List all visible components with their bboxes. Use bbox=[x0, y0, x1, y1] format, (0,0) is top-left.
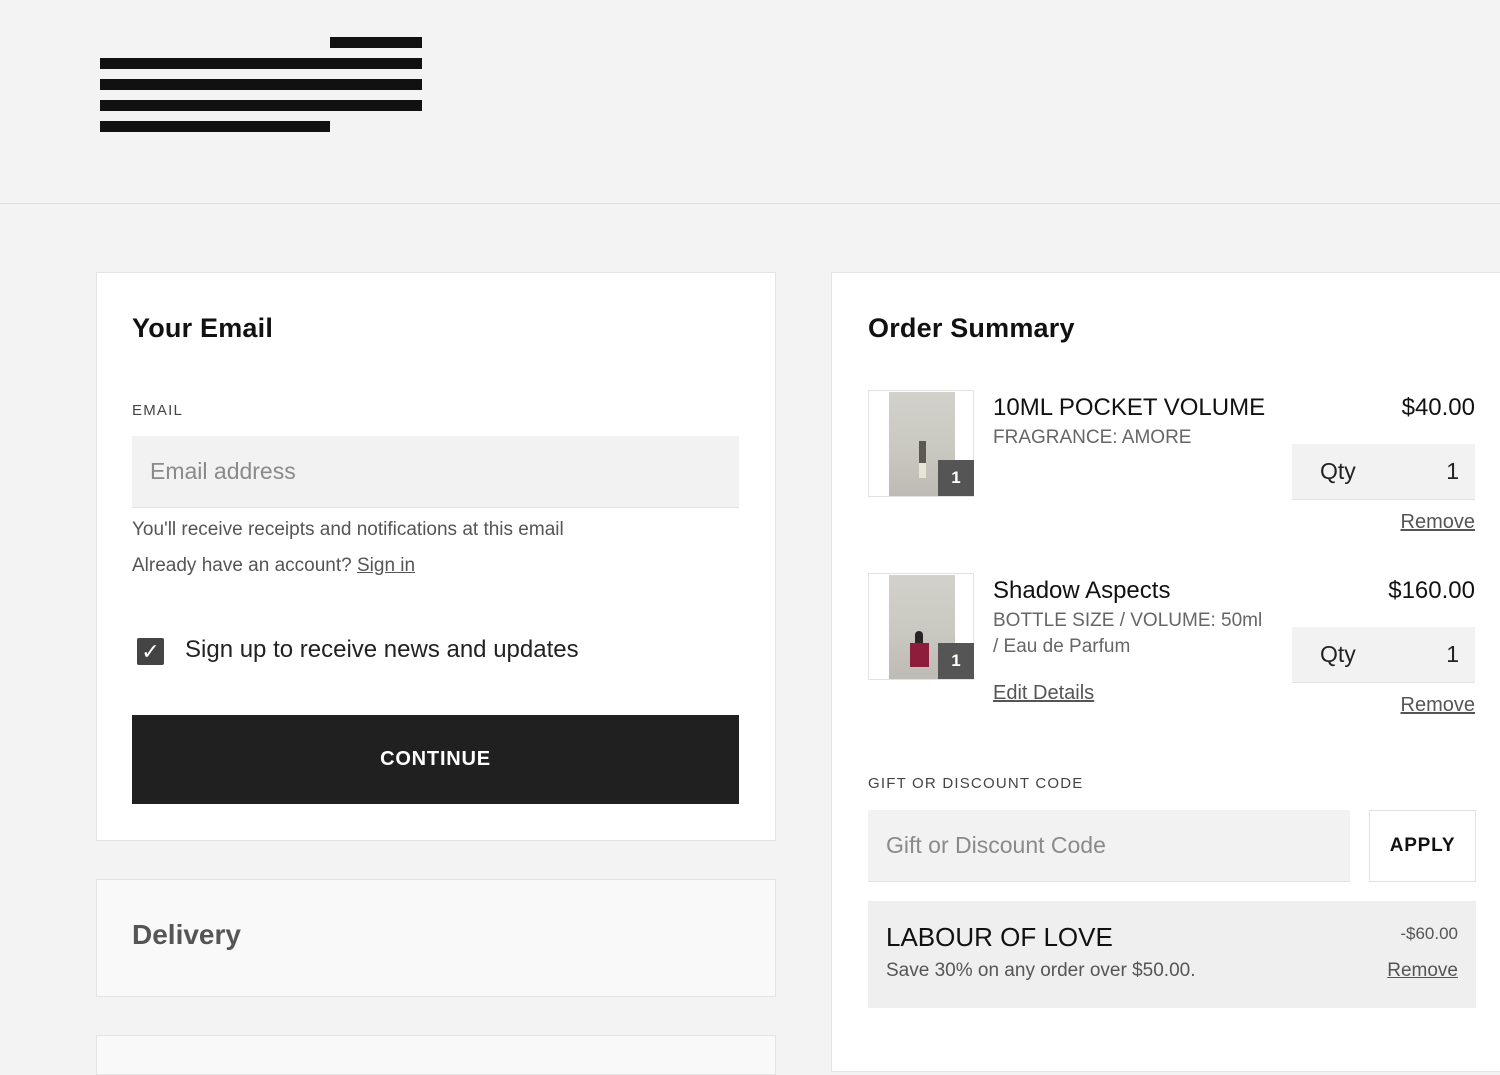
qty-label: Qty bbox=[1320, 641, 1356, 667]
site-header bbox=[0, 0, 1500, 204]
next-section-card[interactable] bbox=[96, 1035, 776, 1075]
order-summary-title: Order Summary bbox=[868, 313, 1075, 343]
quantity-stepper[interactable]: Qty 1 bbox=[1292, 444, 1475, 500]
product-thumbnail[interactable]: 1 bbox=[868, 573, 974, 680]
email-section-title: Your Email bbox=[132, 313, 274, 343]
applied-promo: LABOUR OF LOVE Save 30% on any order ove… bbox=[868, 901, 1476, 1008]
quantity-badge: 1 bbox=[938, 460, 974, 496]
item-variant-line2: / Eau de Parfum bbox=[993, 636, 1131, 657]
remove-promo-link[interactable]: Remove bbox=[1387, 960, 1458, 982]
qty-label: Qty bbox=[1320, 458, 1356, 484]
brand-logo[interactable] bbox=[100, 37, 423, 134]
checkmark-icon: ✓ bbox=[141, 638, 160, 664]
email-field[interactable] bbox=[132, 436, 739, 508]
receipt-note: You'll receive receipts and notification… bbox=[132, 519, 564, 540]
delivery-section-title: Delivery bbox=[132, 919, 241, 950]
item-price: $160.00 bbox=[1388, 577, 1475, 604]
continue-button[interactable]: CONTINUE bbox=[132, 715, 739, 804]
discount-code-field[interactable] bbox=[868, 810, 1350, 882]
newsletter-label: Sign up to receive news and updates bbox=[185, 636, 579, 663]
newsletter-checkbox[interactable]: ✓ bbox=[137, 638, 164, 665]
promo-title: LABOUR OF LOVE bbox=[886, 922, 1113, 952]
account-prompt-row: Already have an account? Sign in bbox=[132, 555, 415, 577]
item-name: 10ML POCKET VOLUME bbox=[993, 394, 1266, 421]
item-price: $40.00 bbox=[1401, 394, 1475, 421]
qty-value: 1 bbox=[1446, 458, 1459, 484]
quantity-badge: 1 bbox=[938, 643, 974, 679]
item-name: Shadow Aspects bbox=[993, 577, 1171, 604]
email-field-label: EMAIL bbox=[132, 402, 184, 419]
quantity-stepper[interactable]: Qty 1 bbox=[1292, 627, 1475, 683]
promo-amount: -$60.00 bbox=[1400, 924, 1458, 943]
product-thumbnail[interactable]: 1 bbox=[868, 390, 974, 497]
bottle-shape bbox=[915, 631, 923, 643]
edit-details-link[interactable]: Edit Details bbox=[993, 682, 1094, 705]
qty-value: 1 bbox=[1446, 641, 1459, 667]
remove-item-link[interactable]: Remove bbox=[1401, 511, 1475, 534]
discount-field-label: GIFT OR DISCOUNT CODE bbox=[868, 775, 1084, 792]
item-variant: FRAGRANCE: AMORE bbox=[993, 427, 1192, 448]
bottle-shape bbox=[919, 441, 926, 463]
bottle-shape bbox=[910, 643, 929, 667]
sign-in-link[interactable]: Sign in bbox=[357, 555, 415, 576]
remove-item-link[interactable]: Remove bbox=[1401, 694, 1475, 717]
item-variant: BOTTLE SIZE / VOLUME: 50ml bbox=[993, 610, 1263, 631]
promo-description: Save 30% on any order over $50.00. bbox=[886, 960, 1196, 981]
apply-button[interactable]: APPLY bbox=[1369, 810, 1476, 882]
account-prompt: Already have an account? bbox=[132, 555, 352, 576]
bottle-shape bbox=[919, 463, 926, 478]
